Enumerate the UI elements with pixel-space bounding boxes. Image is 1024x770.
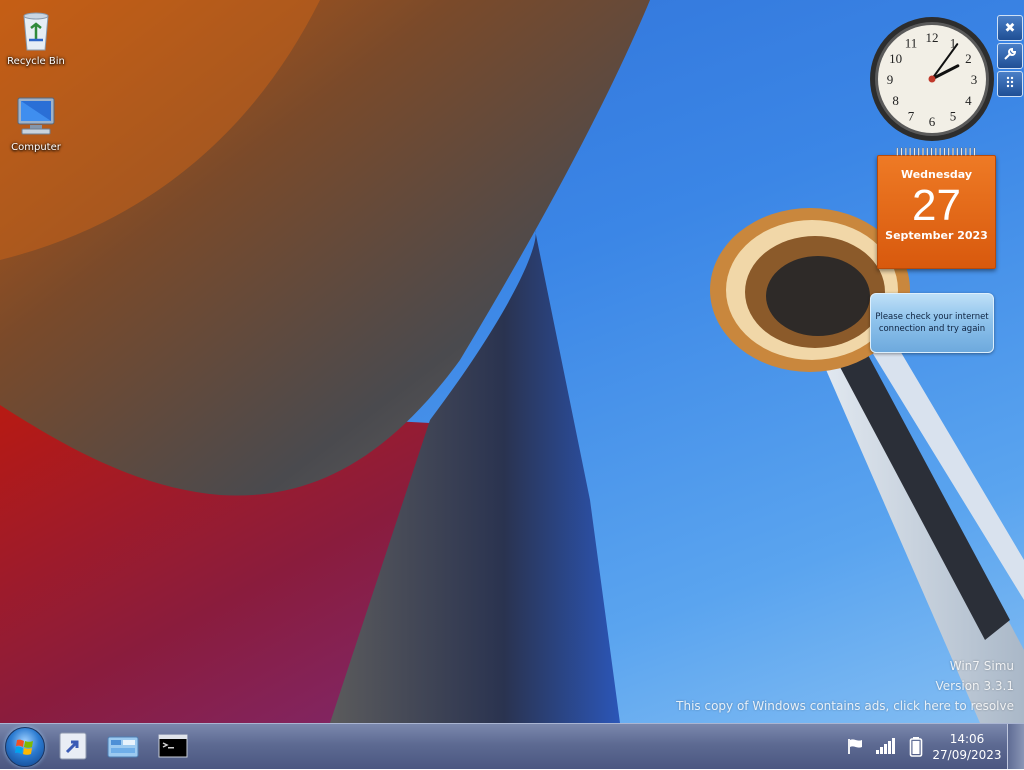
computer-icon (12, 92, 60, 140)
show-desktop-button[interactable] (1007, 724, 1024, 769)
weather-error-message: Please check your internet connection an… (875, 312, 989, 334)
clock-numeral: 2 (965, 51, 972, 66)
start-orb-icon (15, 739, 33, 755)
calendar-weekday: Wednesday (900, 168, 973, 181)
gadget-toolbar: ✖ (997, 15, 1023, 99)
clock-numeral: 5 (950, 108, 957, 123)
battery-icon (909, 737, 923, 757)
battery-status-button[interactable] (906, 736, 926, 757)
desktop-icon-label: Computer (11, 142, 61, 153)
taskbar-pinned-control-panel[interactable] (106, 730, 139, 762)
taskbar: 14:06 27/09/2023 (0, 723, 1024, 769)
action-center-flag-icon (848, 739, 862, 754)
wrench-icon (1003, 47, 1017, 65)
calendar-rings (896, 147, 976, 156)
clock-numeral: 7 (908, 108, 915, 123)
watermark-ad-notice-link[interactable]: This copy of Windows contains ads, click… (676, 696, 1014, 716)
clock-numeral: 11 (905, 36, 918, 51)
clock-numeral: 12 (926, 30, 939, 45)
activation-watermark[interactable]: Win7 Simu Version 3.3.1 This copy of Win… (676, 656, 1014, 716)
taskbar-date: 27/09/2023 (932, 748, 1002, 762)
taskbar-clock[interactable]: 14:06 27/09/2023 (928, 731, 1006, 763)
shortcut-app-icon (59, 732, 87, 760)
clock-numeral: 8 (892, 93, 899, 108)
control-panel-icon (107, 736, 139, 758)
desktop-icon-recycle-bin[interactable]: Recycle Bin (0, 6, 72, 67)
network-status-button[interactable] (874, 736, 895, 756)
start-button[interactable] (5, 727, 45, 767)
network-signal-icon (876, 738, 895, 754)
gadget-close-button[interactable]: ✖ (997, 15, 1023, 41)
weather-gadget[interactable]: Please check your internet connection an… (870, 293, 994, 353)
desktop-icon-computer[interactable]: Computer (0, 92, 72, 153)
space-needle (710, 208, 1024, 723)
desktop-icon-label: Recycle Bin (7, 56, 65, 67)
gadget-options-button[interactable] (997, 43, 1023, 69)
analog-clock-face: 12 1234567891011 (870, 17, 994, 141)
taskbar-pinned-shortcut[interactable] (57, 730, 89, 762)
calendar-month-year: September 2023 (885, 229, 988, 242)
gadget-drag-handle[interactable] (997, 71, 1023, 97)
recycle-bin-icon (12, 6, 60, 54)
watermark-version: Version 3.3.1 (935, 679, 1014, 693)
taskbar-pinned-command-prompt[interactable] (157, 730, 189, 762)
drag-grip-icon (1004, 76, 1016, 92)
taskbar-time: 14:06 (949, 732, 985, 746)
watermark-product: Win7 Simu (949, 659, 1014, 673)
clock-numeral: 10 (889, 51, 902, 66)
calendar-gadget[interactable]: Wednesday 27 September 2023 (877, 147, 996, 269)
close-icon: ✖ (1004, 20, 1016, 36)
clock-numeral: 3 (971, 72, 978, 87)
clock-gadget[interactable]: 12 1 2 3 4 5 6 7 8 9 10 11 (869, 16, 995, 142)
clock-numeral: 4 (965, 93, 972, 108)
clock-numeral: 6 (929, 114, 936, 129)
clock-numeral: 9 (887, 72, 894, 87)
action-center-button[interactable] (845, 736, 865, 756)
command-prompt-icon (158, 734, 188, 758)
calendar-day-number: 27 (912, 181, 961, 230)
